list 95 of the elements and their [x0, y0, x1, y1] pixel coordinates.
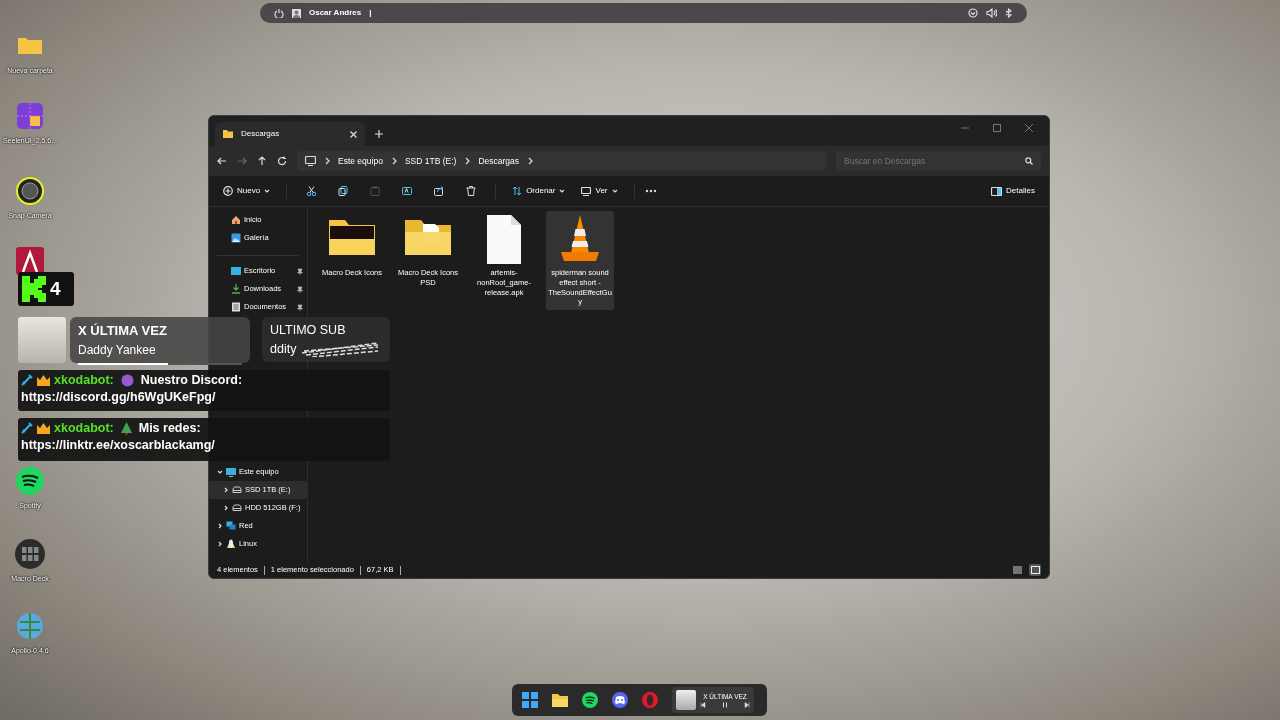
windows-icon[interactable]	[521, 691, 539, 709]
chat-link[interactable]: https://discord.gg/h6WgUKeFpg/	[21, 388, 387, 406]
pause-icon[interactable]	[722, 701, 728, 708]
user-icon	[292, 8, 301, 18]
collapse-chevron-icon[interactable]	[217, 469, 223, 475]
plus-icon[interactable]	[375, 130, 383, 138]
album-thumbnail-placeholder	[676, 690, 696, 710]
search-icon[interactable]	[1025, 157, 1033, 165]
text-cursor: |	[369, 7, 372, 19]
breadcrumb-item[interactable]: SSD 1TB (E:)	[404, 154, 457, 168]
volume-icon[interactable]	[986, 8, 997, 18]
chevron-icon[interactable]	[968, 8, 978, 18]
divider	[399, 565, 401, 575]
discord-icon[interactable]	[611, 691, 629, 709]
app-icon[interactable]	[14, 245, 46, 277]
crown-icon	[37, 422, 50, 434]
chat-text: Nuestro Discord:	[140, 372, 243, 389]
expand-chevron-icon[interactable]	[217, 523, 223, 529]
sword-icon	[21, 374, 33, 387]
divider	[263, 565, 265, 575]
camera-icon[interactable]	[14, 175, 46, 207]
window-tab[interactable]: Descargas	[215, 122, 365, 146]
folder-icon	[223, 130, 233, 138]
opera-icon[interactable]	[641, 691, 659, 709]
circle-emoji-icon	[120, 373, 134, 387]
caret-icon	[559, 189, 566, 193]
rename-icon[interactable]	[402, 186, 413, 196]
sword-icon	[21, 422, 33, 435]
home-icon	[231, 215, 241, 225]
monitor-icon	[581, 186, 592, 196]
kick-logo-icon	[22, 276, 46, 302]
sub-heading: ULTIMO SUB	[270, 322, 347, 339]
badge-count: 4	[50, 276, 61, 301]
up-arrow-icon[interactable]	[257, 156, 267, 166]
details-button[interactable]: Detalles	[985, 182, 1041, 200]
penguin-icon	[226, 539, 236, 549]
folder-icon[interactable]	[551, 691, 569, 709]
sort-arrows-icon	[512, 186, 523, 196]
artist-name: Daddy Yankee	[78, 341, 157, 359]
back-arrow-icon[interactable]	[217, 156, 227, 166]
chat-username: xkodabot:	[54, 420, 114, 437]
tab-title: Descargas	[241, 128, 281, 140]
address-bar[interactable]: Este equipo SSD 1TB (E:) Descargas	[297, 151, 826, 171]
more-icon[interactable]	[644, 189, 657, 193]
plus-circle-icon	[223, 186, 233, 196]
previous-icon[interactable]	[700, 701, 706, 708]
expand-chevron-icon[interactable]	[217, 541, 223, 547]
maximize-icon[interactable]	[993, 124, 1001, 132]
drive-icon	[232, 485, 242, 495]
divider	[359, 565, 361, 575]
details-pane-icon	[991, 186, 1003, 196]
expand-chevron-icon[interactable]	[223, 505, 229, 511]
chat-username: xkodabot:	[54, 372, 114, 389]
refresh-icon[interactable]	[277, 156, 287, 166]
breadcrumb-item[interactable]: Descargas	[478, 154, 520, 168]
chevron-icon	[390, 157, 397, 165]
picture-icon	[231, 233, 241, 243]
breadcrumb-item[interactable]: Este equipo	[338, 154, 383, 168]
download-icon	[231, 284, 241, 294]
scissors-icon[interactable]	[306, 186, 317, 196]
new-button[interactable]: Nuevo	[217, 182, 277, 200]
tiles-view-button[interactable]	[1029, 564, 1041, 576]
share-icon[interactable]	[434, 186, 445, 196]
subscriber-name: ddity	[270, 340, 297, 358]
album-art-placeholder	[18, 317, 66, 363]
chevron-icon	[324, 157, 330, 165]
network-icon	[226, 521, 236, 531]
bluetooth-icon[interactable]	[1005, 8, 1013, 18]
song-title: X ÚLTIMA VEZ	[78, 322, 168, 340]
chat-link[interactable]: https://linktr.ee/xoscarblackamg/	[21, 436, 387, 454]
copy-icon[interactable]	[338, 186, 349, 196]
desktop-icon	[231, 266, 241, 276]
next-icon[interactable]	[744, 701, 750, 708]
view-button[interactable]: Ver	[575, 182, 624, 200]
spotify-icon[interactable]	[14, 465, 46, 497]
spotify-icon[interactable]	[581, 691, 599, 709]
chat-text: Mis redes:	[138, 420, 201, 437]
expand-chevron-icon[interactable]	[223, 487, 229, 493]
caret-icon	[611, 189, 618, 193]
grid-icon[interactable]	[14, 538, 46, 570]
crown-icon	[37, 374, 50, 386]
chevron-icon	[464, 157, 471, 165]
sort-button[interactable]: Ordenar	[506, 182, 572, 200]
tree-emoji-icon	[120, 421, 132, 435]
chevron-icon[interactable]	[527, 157, 534, 165]
monitor-icon	[305, 156, 316, 166]
details-view-button[interactable]	[1011, 564, 1023, 576]
forward-arrow-icon[interactable]	[237, 156, 247, 166]
trash-icon[interactable]	[466, 186, 477, 196]
document-icon	[231, 302, 241, 312]
drive-icon	[232, 503, 242, 513]
caret-icon	[264, 189, 271, 193]
user-name: Oscar Andres	[309, 7, 362, 19]
power-icon[interactable]	[274, 8, 284, 18]
computer-icon	[226, 467, 236, 477]
